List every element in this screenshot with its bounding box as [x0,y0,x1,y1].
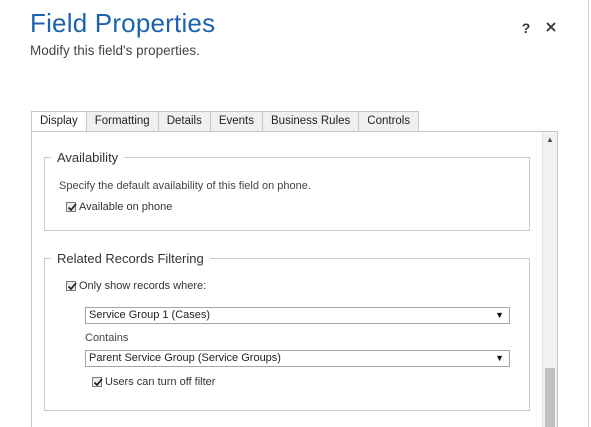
checkbox-checked-icon [66,281,77,291]
scroll-up-arrow-icon[interactable]: ▲ [543,132,557,147]
only-show-records-checkbox[interactable]: Only show records where: [66,280,206,292]
relationship-select-value: Service Group 1 (Cases) [89,309,211,321]
display-tab-panel: Availability Specify the default availab… [31,131,558,427]
scrollbar-thumb[interactable] [545,368,555,427]
contains-label: Contains [85,332,129,344]
dialog-right-border [588,0,589,427]
only-show-records-label: Only show records where: [79,280,207,292]
availability-legend: Availability [57,150,119,165]
checkbox-checked-icon [66,202,77,212]
contains-select[interactable]: Parent Service Group (Service Groups) ▼ [85,350,510,367]
tab-details[interactable]: Details [158,111,211,132]
relationship-select[interactable]: Service Group 1 (Cases) ▼ [85,307,510,324]
tab-business-rules[interactable]: Business Rules [263,111,360,132]
checkbox-checked-icon [92,377,103,387]
help-button[interactable]: ? [518,20,534,38]
available-on-phone-label: Available on phone [79,201,173,213]
vertical-scrollbar[interactable]: ▲ [542,132,557,427]
tab-events[interactable]: Events [210,111,264,132]
users-can-turn-off-filter-label: Users can turn off filter [105,376,216,388]
dialog-title: Field Properties [30,8,216,38]
users-can-turn-off-filter-checkbox[interactable]: Users can turn off filter [92,376,215,388]
close-button[interactable] [541,17,561,39]
tab-display[interactable]: Display [31,111,87,133]
close-icon [546,22,556,32]
availability-description: Specify the default availability of this… [59,180,311,192]
dialog-subtitle: Modify this field's properties. [30,43,200,58]
contains-select-value: Parent Service Group (Service Groups) [89,352,281,364]
dropdown-arrow-icon: ▼ [495,310,504,320]
tab-bar: Display Formatting Details Events Busine… [31,111,420,133]
tab-controls[interactable]: Controls [359,111,420,132]
dropdown-arrow-icon: ▼ [495,353,504,363]
available-on-phone-checkbox[interactable]: Available on phone [66,201,172,213]
tab-formatting[interactable]: Formatting [86,111,159,132]
related-records-legend: Related Records Filtering [57,251,204,266]
